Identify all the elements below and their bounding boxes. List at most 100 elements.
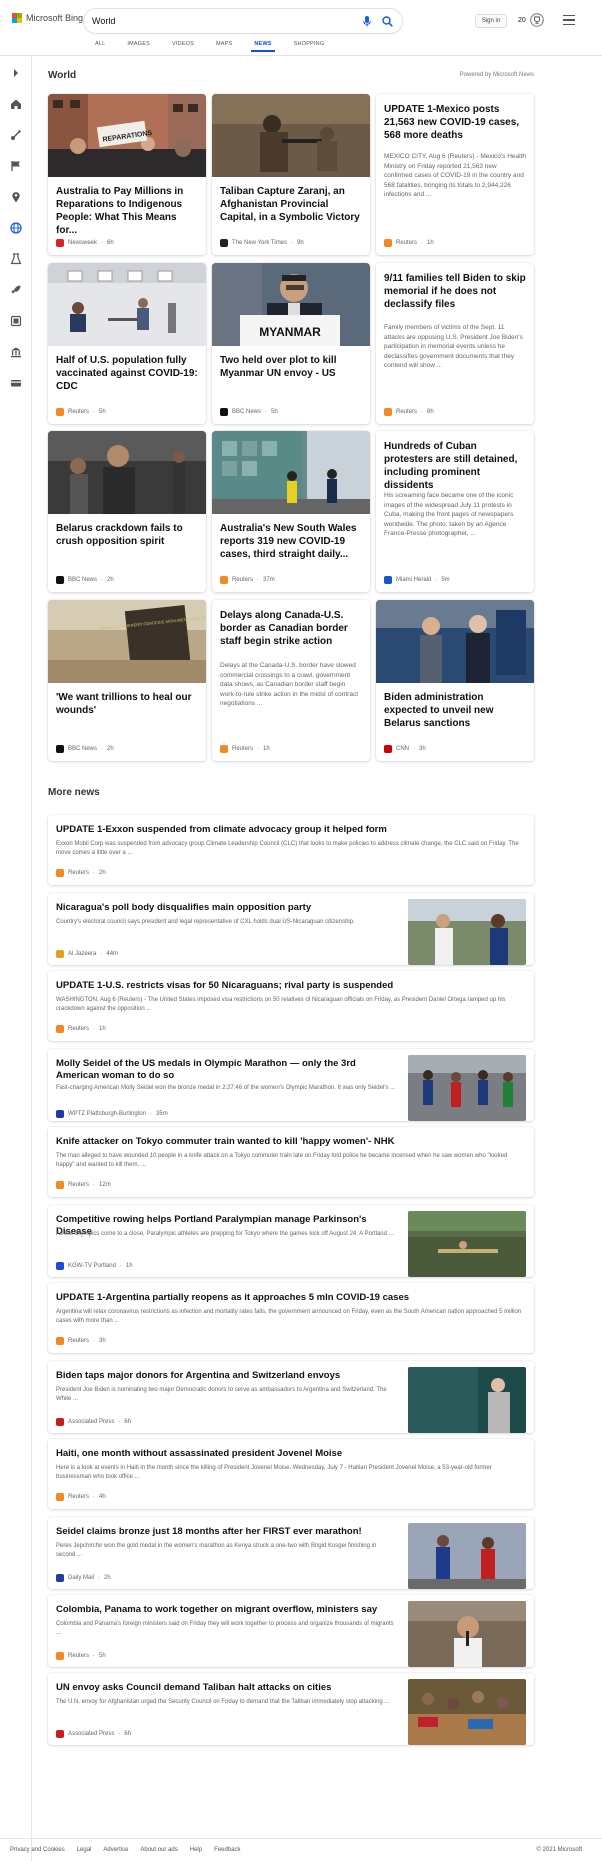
- news-card-image[interactable]: [48, 431, 206, 514]
- sports-icon[interactable]: [9, 128, 23, 142]
- news-card-title[interactable]: Hundreds of Cuban protesters are still d…: [384, 440, 526, 492]
- tab-videos[interactable]: VIDEOS: [161, 38, 205, 52]
- more-news-thumbnail[interactable]: [408, 1367, 526, 1433]
- news-card-source[interactable]: CNN · 3h: [384, 745, 426, 753]
- more-news-thumbnail[interactable]: [408, 1601, 526, 1667]
- news-card[interactable]: Australia's New South Wales reports 319 …: [212, 431, 370, 592]
- news-card-source[interactable]: Reuters · 8h: [384, 408, 434, 416]
- more-news-thumbnail[interactable]: [408, 1523, 526, 1589]
- more-news-item[interactable]: Colombia, Panama to work together on mig…: [48, 1595, 534, 1667]
- more-news-title[interactable]: UPDATE 1-Argentina partially reopens as …: [56, 1292, 524, 1304]
- search-box[interactable]: World: [84, 9, 402, 33]
- news-card-source[interactable]: The New York Times · 9h: [220, 239, 304, 247]
- more-news-item[interactable]: UN envoy asks Council demand Taliban hal…: [48, 1673, 534, 1745]
- more-news-source[interactable]: Daily Mail · 2h: [56, 1574, 111, 1582]
- location-pin-icon[interactable]: [9, 190, 23, 204]
- news-card-title[interactable]: UPDATE 1-Mexico posts 21,563 new COVID-1…: [384, 103, 526, 142]
- more-news-title[interactable]: Biden taps major donors for Argentina an…: [56, 1370, 396, 1382]
- more-news-title[interactable]: Haiti, one month without assassinated pr…: [56, 1448, 524, 1460]
- news-card-title[interactable]: Biden administration expected to unveil …: [384, 691, 526, 730]
- more-news-item[interactable]: Competitive rowing helps Portland Paraly…: [48, 1205, 534, 1277]
- globe-icon[interactable]: [9, 221, 23, 235]
- more-news-item[interactable]: UPDATE 1-Exxon suspended from climate ad…: [48, 815, 534, 885]
- more-news-title[interactable]: Molly Seidel of the US medals in Olympic…: [56, 1058, 396, 1082]
- news-card-image[interactable]: [48, 263, 206, 346]
- news-card-image[interactable]: [212, 431, 370, 514]
- news-card[interactable]: Hundreds of Cuban protesters are still d…: [376, 431, 534, 592]
- news-card-source[interactable]: Reuters · 1h: [220, 745, 270, 753]
- more-news-item[interactable]: Haiti, one month without assassinated pr…: [48, 1439, 534, 1509]
- news-card-title[interactable]: Taliban Capture Zaranj, an Afghanistan P…: [220, 185, 362, 224]
- news-card-title[interactable]: Australia to Pay Millions in Reparations…: [56, 185, 198, 237]
- more-news-thumbnail[interactable]: [408, 899, 526, 965]
- news-card[interactable]: UPDATE 1-Mexico posts 21,563 new COVID-1…: [376, 94, 534, 255]
- more-news-title[interactable]: UPDATE 1-Exxon suspended from climate ad…: [56, 824, 524, 836]
- more-news-source[interactable]: Al Jazeera · 44m: [56, 950, 118, 958]
- more-news-title[interactable]: UN envoy asks Council demand Taliban hal…: [56, 1682, 396, 1694]
- news-card-image[interactable]: [376, 600, 534, 683]
- more-news-thumbnail[interactable]: [408, 1211, 526, 1277]
- more-news-source[interactable]: KGW-TV Portland · 1h: [56, 1262, 133, 1270]
- news-card-title[interactable]: 9/11 families tell Biden to skip memoria…: [384, 272, 526, 311]
- tab-news[interactable]: NEWS: [243, 38, 282, 52]
- more-news-item[interactable]: UPDATE 1-U.S. restricts visas for 50 Nic…: [48, 971, 534, 1041]
- menu-icon[interactable]: [563, 15, 575, 25]
- news-card-source[interactable]: Reuters · 5h: [56, 408, 106, 416]
- news-card[interactable]: 9/11 families tell Biden to skip memoria…: [376, 263, 534, 424]
- rocket-icon[interactable]: [9, 283, 23, 297]
- entertainment-icon[interactable]: [9, 314, 23, 328]
- more-news-source[interactable]: Reuters · 4h: [56, 1493, 106, 1501]
- flag-icon[interactable]: [9, 159, 23, 173]
- news-card-title[interactable]: Two held over plot to kill Myanmar UN en…: [220, 354, 362, 380]
- news-card-source[interactable]: BBC News · 2h: [56, 576, 114, 584]
- more-news-item[interactable]: Molly Seidel of the US medals in Olympic…: [48, 1049, 534, 1121]
- more-news-thumbnail[interactable]: [408, 1055, 526, 1121]
- more-news-title[interactable]: Colombia, Panama to work together on mig…: [56, 1604, 396, 1616]
- more-news-title[interactable]: Nicaragua's poll body disqualifies main …: [56, 902, 396, 914]
- tab-shopping[interactable]: SHOPPING: [283, 38, 336, 52]
- news-card-image[interactable]: [212, 94, 370, 177]
- tab-maps[interactable]: MAPS: [205, 38, 243, 52]
- news-card[interactable]: Biden administration expected to unveil …: [376, 600, 534, 761]
- money-icon[interactable]: [9, 376, 23, 390]
- more-news-item[interactable]: UPDATE 1-Argentina partially reopens as …: [48, 1283, 534, 1353]
- search-input[interactable]: World: [92, 16, 354, 26]
- more-news-thumbnail[interactable]: [408, 1679, 526, 1745]
- tab-images[interactable]: IMAGES: [116, 38, 161, 52]
- news-card-title[interactable]: Delays along Canada-U.S. border as Canad…: [220, 609, 362, 648]
- news-card-source[interactable]: Reuters · 37m: [220, 576, 275, 584]
- news-card-source[interactable]: BBC News · 5h: [220, 408, 278, 416]
- news-card[interactable]: Taliban Capture Zaranj, an Afghanistan P…: [212, 94, 370, 255]
- more-news-source[interactable]: Reuters · 1h: [56, 1025, 106, 1033]
- more-news-title[interactable]: UPDATE 1-U.S. restricts visas for 50 Nic…: [56, 980, 524, 992]
- footer-link-legal[interactable]: Legal: [77, 1847, 92, 1853]
- more-news-title[interactable]: Seidel claims bronze just 18 months afte…: [56, 1526, 396, 1538]
- more-news-source[interactable]: Reuters · 2h: [56, 869, 106, 877]
- more-news-item[interactable]: Seidel claims bronze just 18 months afte…: [48, 1517, 534, 1589]
- footer-link-feedback[interactable]: Feedback: [214, 1847, 240, 1853]
- footer-link-privacy-and-cookies[interactable]: Privacy and Cookies: [10, 1847, 65, 1853]
- footer-link-about-our-ads[interactable]: About our ads: [140, 1847, 177, 1853]
- news-card[interactable]: MYANMAR Two held over plot to kill Myanma…: [212, 263, 370, 424]
- rewards-button[interactable]: 20: [518, 13, 544, 27]
- news-card[interactable]: Belarus crackdown fails to crush opposit…: [48, 431, 206, 592]
- footer-link-help[interactable]: Help: [190, 1847, 202, 1853]
- sign-in-button[interactable]: Sign in: [475, 14, 507, 28]
- more-news-item[interactable]: Biden taps major donors for Argentina an…: [48, 1361, 534, 1433]
- more-news-source[interactable]: Reuters · 5h: [56, 1652, 106, 1660]
- bing-logo[interactable]: Microsoft Bing: [12, 13, 83, 23]
- more-news-item[interactable]: Knife attacker on Tokyo commuter train w…: [48, 1127, 534, 1197]
- news-card[interactable]: Half of U.S. population fully vaccinated…: [48, 263, 206, 424]
- news-card-title[interactable]: 'We want trillions to heal our wounds': [56, 691, 198, 717]
- news-card-source[interactable]: BBC News · 2h: [56, 745, 114, 753]
- more-news-item[interactable]: Nicaragua's poll body disqualifies main …: [48, 893, 534, 965]
- chevron-right-icon[interactable]: [9, 66, 23, 80]
- news-card-source[interactable]: Newsweek · 6h: [56, 239, 114, 247]
- news-card-image[interactable]: NAMA & OVAHERERO GENOCIDE MONUMENT 1904 …: [48, 600, 206, 683]
- news-card-source[interactable]: Reuters · 1h: [384, 239, 434, 247]
- more-news-source[interactable]: Reuters · 3h: [56, 1337, 106, 1345]
- search-icon[interactable]: [380, 14, 394, 28]
- news-card-title[interactable]: Australia's New South Wales reports 319 …: [220, 522, 362, 561]
- home-icon[interactable]: [9, 97, 23, 111]
- more-news-source[interactable]: Reuters · 12m: [56, 1181, 111, 1189]
